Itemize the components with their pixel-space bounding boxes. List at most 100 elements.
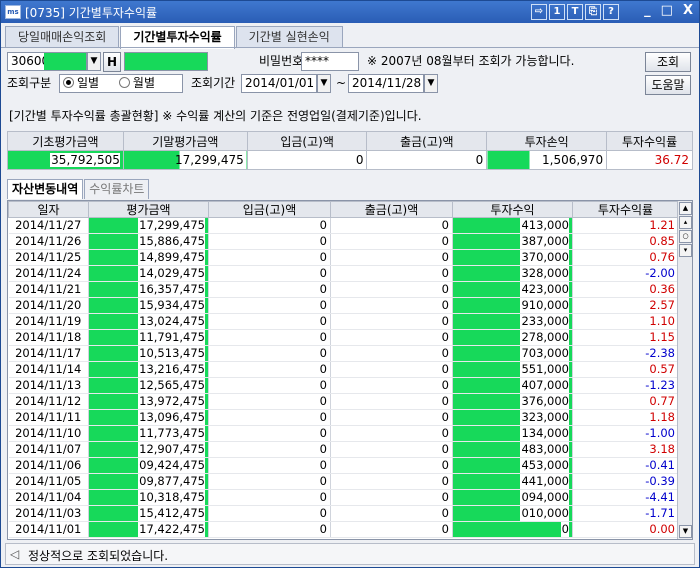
radio-monthly-icon (118, 77, 130, 88)
table-row[interactable]: 2014/11/06 09,424,475 0 0 453,000 -0.41 (8, 457, 679, 474)
cell-eval-amount: 15,934,475 (88, 297, 209, 314)
cell-deposit: 0 (208, 281, 331, 298)
copy-icon[interactable]: ⎘ (585, 4, 601, 20)
radio-monthly-label: 월별 (132, 76, 156, 90)
radio-daily[interactable]: 일별 (63, 76, 99, 90)
grid-header-row: 일자 평가금액 입금(고)액 출금(고)액 투자수익 투자수익률 (8, 201, 679, 218)
account-number-input[interactable]: 30600 (7, 52, 87, 71)
h-button[interactable]: H (103, 52, 121, 72)
radio-monthly[interactable]: 월별 (118, 76, 156, 90)
speaker-icon: ◁ (10, 547, 20, 561)
table-row[interactable]: 2014/11/18 11,791,475 0 0 278,000 1.15 (8, 329, 679, 346)
end-date-input[interactable]: 2014/11/28 (348, 74, 424, 93)
close-icon[interactable]: X (683, 3, 693, 18)
table-row[interactable]: 2014/11/01 17,422,475 0 0 0 0.00 (8, 521, 679, 538)
minimize-icon[interactable]: _ (644, 3, 651, 18)
cell-deposit: 0 (208, 425, 331, 442)
table-row[interactable]: 2014/11/12 13,972,475 0 0 376,000 0.77 (8, 393, 679, 410)
cell-date: 2014/11/11 (8, 409, 89, 426)
cell-return: 0.36 (572, 281, 679, 298)
password-label: 비밀번호 (259, 54, 304, 68)
start-date-dropdown-icon[interactable]: ▼ (317, 74, 331, 93)
asset-grid: 일자 평가금액 입금(고)액 출금(고)액 투자수익 투자수익률 2014/11… (7, 200, 693, 540)
summary-deposit-value: 0 (246, 150, 368, 170)
cell-return: 2.57 (572, 297, 679, 314)
window-title: [0735] 기간별투자수익률 (25, 6, 158, 20)
password-input[interactable]: **** (301, 52, 359, 71)
tab-return-chart[interactable]: 수익률차트 (84, 179, 150, 199)
end-date-dropdown-icon[interactable]: ▼ (424, 74, 438, 93)
cell-eval-amount: 10,318,475 (88, 489, 209, 506)
scroll-thumb-icon[interactable]: ○ (679, 230, 692, 243)
start-date-input[interactable]: 2014/01/01 (241, 74, 317, 93)
link-icon[interactable]: ⇨ (531, 4, 547, 20)
table-row[interactable]: 2014/11/19 13,024,475 0 0 233,000 1.10 (8, 313, 679, 330)
grid-scrollbar[interactable]: ▲ ▴ ○ ▾ ▼ (677, 201, 692, 539)
cell-eval-amount: 11,791,475 (88, 329, 209, 346)
grid-body: 2014/11/27 17,299,475 0 0 413,000 1.21 2014/11… (8, 217, 679, 538)
cell-withdraw: 0 (330, 233, 453, 250)
cell-return: 1.21 (572, 217, 679, 234)
one-icon[interactable]: 1 (549, 4, 565, 20)
scroll-up-icon[interactable]: ▴ (679, 216, 692, 229)
title-toolbar: ⇨ 1 T ⎘ ? (531, 4, 619, 20)
status-message: 정상적으로 조회되었습니다. (28, 549, 169, 563)
table-row[interactable]: 2014/11/26 15,886,475 0 0 387,000 0.85 (8, 233, 679, 250)
tab-period-return[interactable]: 기간별투자수익률 (120, 26, 235, 49)
table-row[interactable]: 2014/11/11 13,096,475 0 0 323,000 1.18 (8, 409, 679, 426)
cell-withdraw: 0 (330, 249, 453, 266)
cell-return: -4.41 (572, 489, 679, 506)
table-row[interactable]: 2014/11/21 16,357,475 0 0 423,000 0.36 (8, 281, 679, 298)
cell-pnl: 278,000 (452, 329, 573, 346)
cell-withdraw: 0 (330, 217, 453, 234)
account-name-field (124, 52, 208, 71)
tab-realized-pnl[interactable]: 기간별 실현손익 (235, 26, 343, 48)
table-row[interactable]: 2014/11/10 11,773,475 0 0 134,000 -1.00 (8, 425, 679, 442)
scroll-bottom-icon[interactable]: ▼ (679, 525, 692, 538)
cell-pnl: 453,000 (452, 457, 573, 474)
table-row[interactable]: 2014/11/17 10,513,475 0 0 703,000 -2.38 (8, 345, 679, 362)
title-bar: ms [0735] 기간별투자수익률 ⇨ 1 T ⎘ ? _ □ X (1, 1, 699, 23)
cell-withdraw: 0 (330, 361, 453, 378)
maximize-icon[interactable]: □ (661, 3, 673, 18)
cell-pnl: 323,000 (452, 409, 573, 426)
table-row[interactable]: 2014/11/24 14,029,475 0 0 328,000 -2.00 (8, 265, 679, 282)
cell-eval-amount: 13,216,475 (88, 361, 209, 378)
cell-pnl: 387,000 (452, 233, 573, 250)
help-button[interactable]: 도움말 (645, 75, 691, 95)
scroll-top-icon[interactable]: ▲ (679, 202, 692, 215)
table-row[interactable]: 2014/11/27 17,299,475 0 0 413,000 1.21 (8, 217, 679, 234)
account-dropdown-arrow-icon[interactable]: ▼ (87, 52, 101, 71)
cell-date: 2014/11/04 (8, 489, 89, 506)
table-row[interactable]: 2014/11/03 15,412,475 0 0 010,000 -1.71 (8, 505, 679, 522)
summary-header: 입금(고)액 (246, 131, 368, 151)
table-row[interactable]: 2014/11/20 15,934,475 0 0 910,000 2.57 (8, 297, 679, 314)
cell-eval-amount: 14,899,475 (88, 249, 209, 266)
search-button[interactable]: 조회 (645, 52, 691, 72)
cell-pnl: 134,000 (452, 425, 573, 442)
table-row[interactable]: 2014/11/05 09,877,475 0 0 441,000 -0.39 (8, 473, 679, 490)
cell-eval-amount: 14,029,475 (88, 265, 209, 282)
table-row[interactable]: 2014/11/25 14,899,475 0 0 370,000 0.76 (8, 249, 679, 266)
table-row[interactable]: 2014/11/14 13,216,475 0 0 551,000 0.57 (8, 361, 679, 378)
tab-daily-pnl[interactable]: 당일매매손익조회 (5, 26, 120, 48)
tab-divider (1, 47, 699, 48)
cell-deposit: 0 (208, 409, 331, 426)
cell-date: 2014/11/24 (8, 265, 89, 282)
cell-deposit: 0 (208, 521, 331, 538)
table-row[interactable]: 2014/11/13 12,565,475 0 0 407,000 -1.23 (8, 377, 679, 394)
cell-deposit: 0 (208, 393, 331, 410)
table-row[interactable]: 2014/11/07 12,907,475 0 0 483,000 3.18 (8, 441, 679, 458)
cell-deposit: 0 (208, 297, 331, 314)
table-row[interactable]: 2014/11/04 10,318,475 0 0 094,000 -4.41 (8, 489, 679, 506)
cell-deposit: 0 (208, 249, 331, 266)
cell-date: 2014/11/26 (8, 233, 89, 250)
help-icon[interactable]: ? (603, 4, 619, 20)
text-icon[interactable]: T (567, 4, 583, 20)
summary-table: 기초평가금액 기말평가금액 입금(고)액 출금(고)액 투자손익 투자수익률 3… (7, 131, 693, 170)
tab-asset-changes[interactable]: 자산변동내역 (7, 179, 84, 199)
main-window: ms [0735] 기간별투자수익률 ⇨ 1 T ⎘ ? _ □ X 당일매매손… (0, 0, 700, 568)
cell-date: 2014/11/17 (8, 345, 89, 362)
scroll-down-icon[interactable]: ▾ (679, 244, 692, 257)
cell-eval-amount: 13,024,475 (88, 313, 209, 330)
